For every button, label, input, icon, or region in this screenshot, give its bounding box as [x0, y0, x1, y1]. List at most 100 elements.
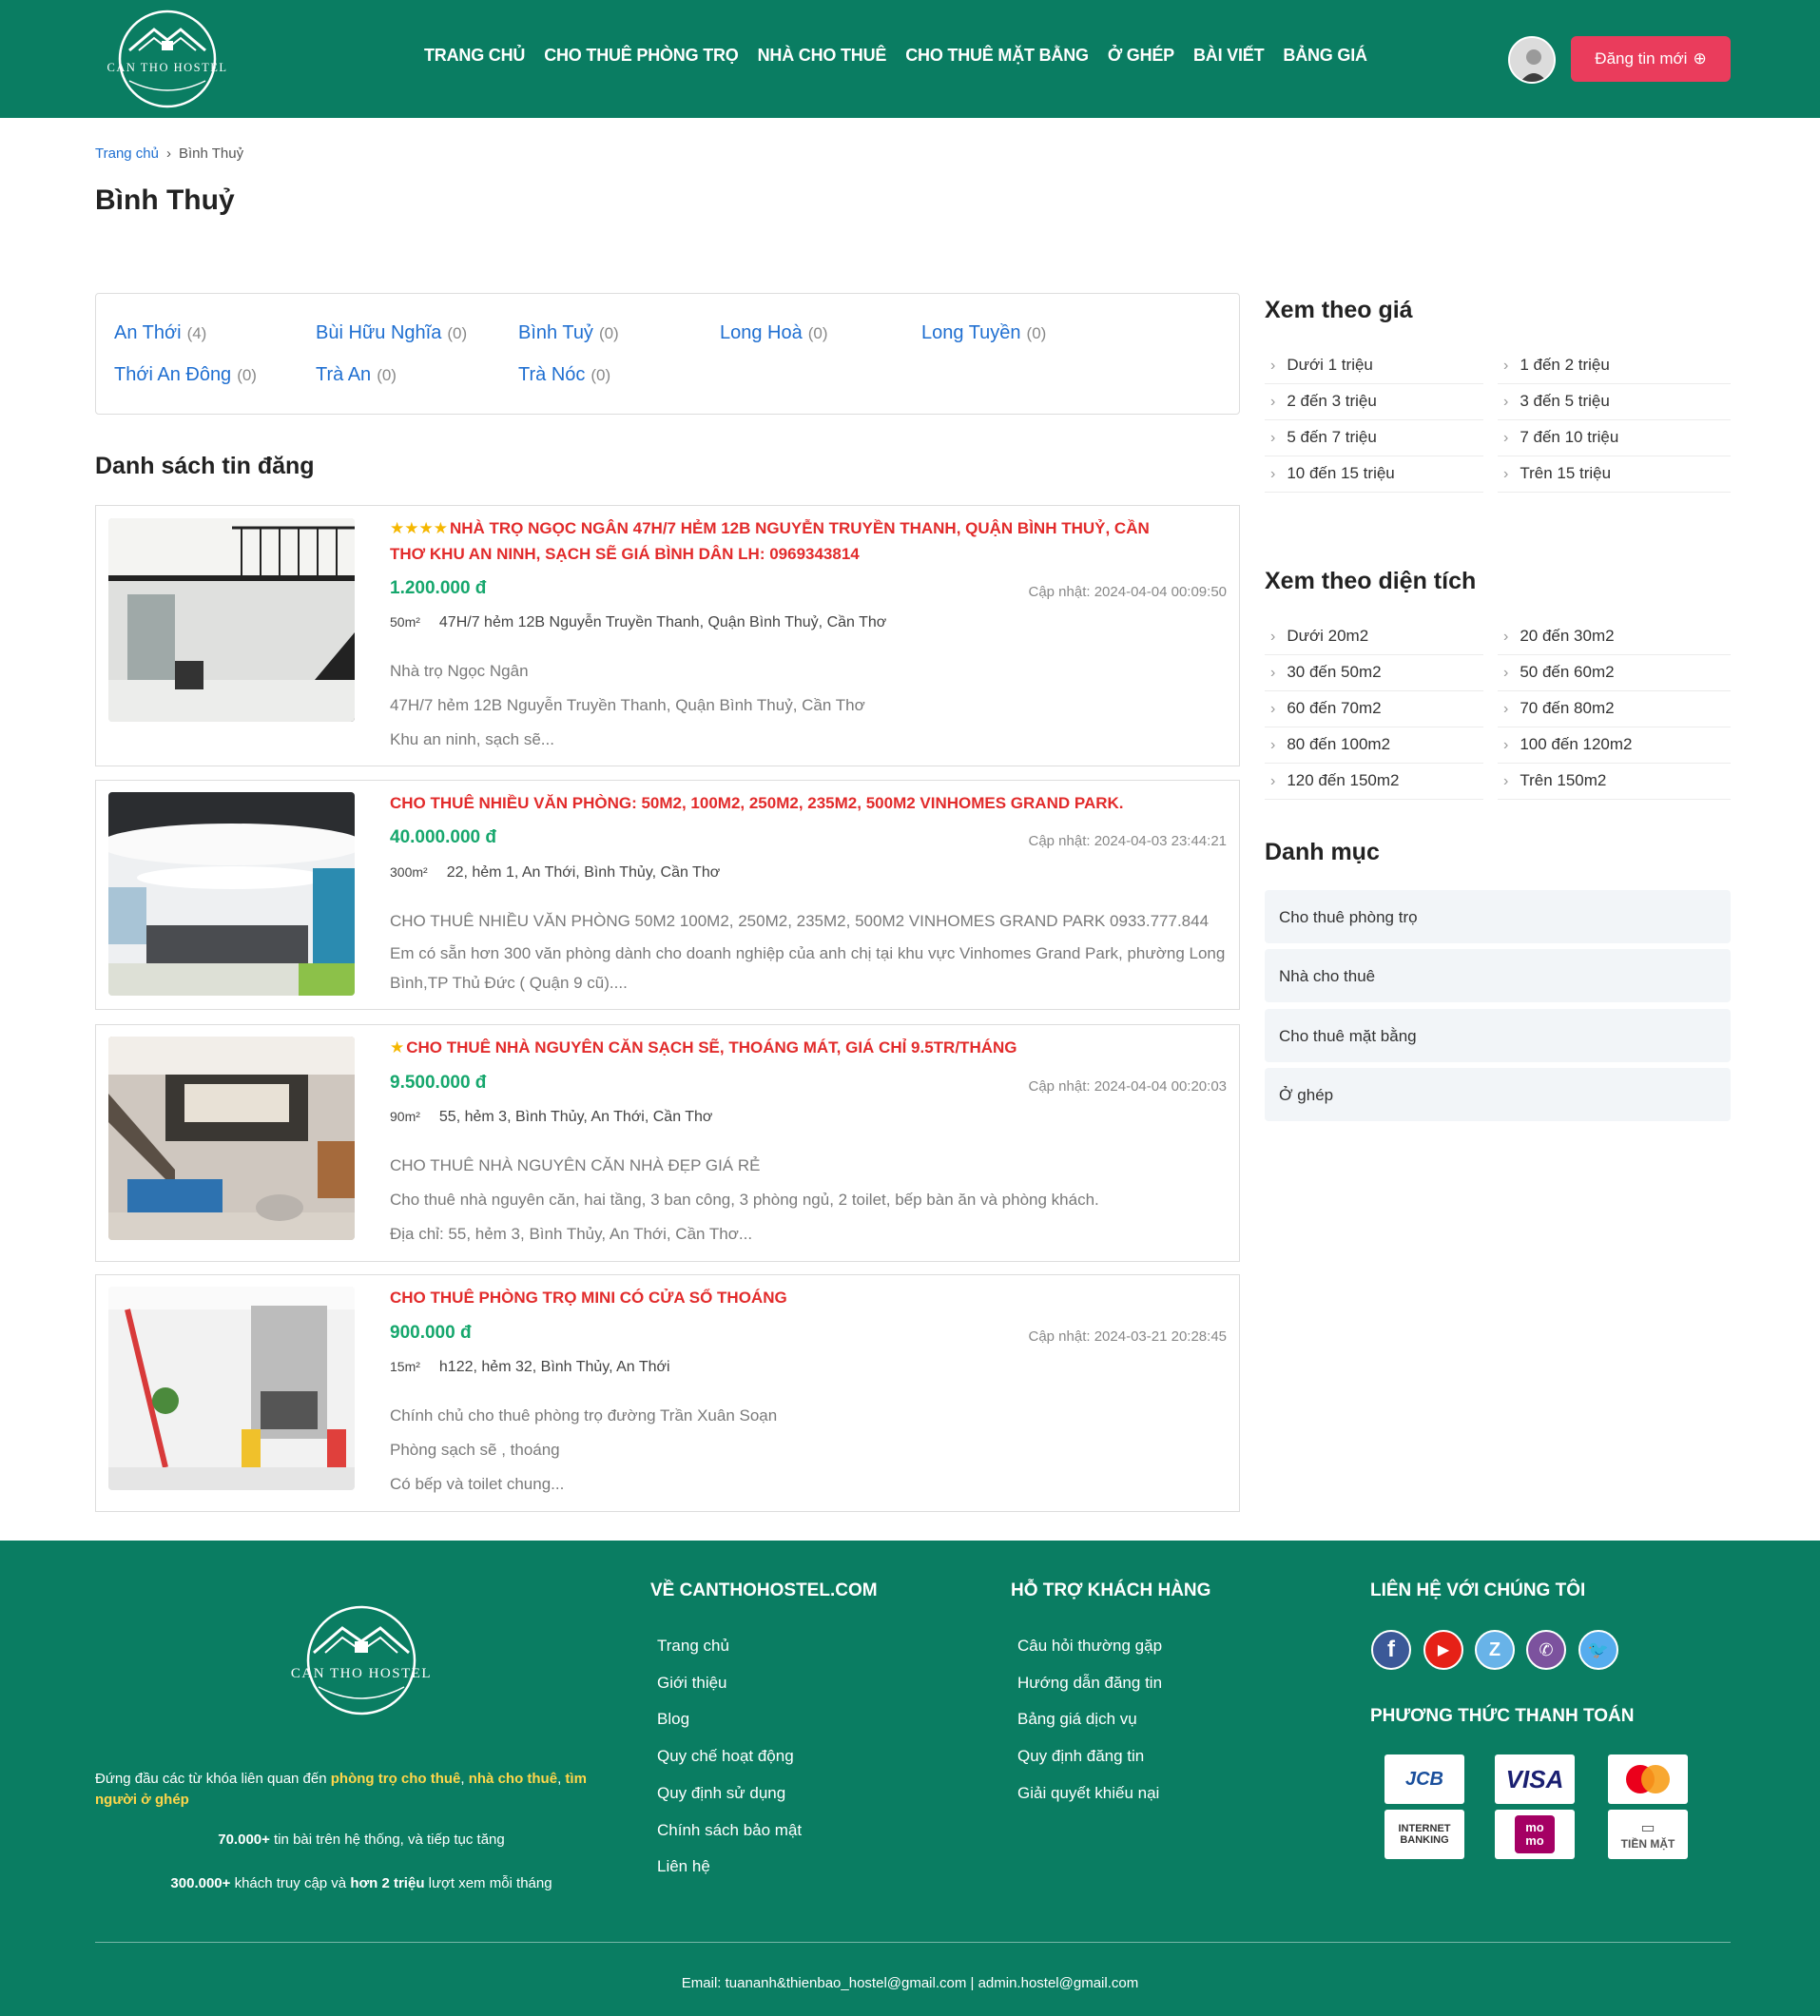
footer-link[interactable]: Trang chủ [657, 1637, 729, 1656]
tagline-keyword[interactable]: tìm [565, 1771, 587, 1787]
size-filter-item[interactable]: 80 đến 100m2 [1270, 735, 1390, 754]
desc-line: CHO THUÊ NHIỀU VĂN PHÒNG 50M2 100M2, 250… [390, 912, 1210, 930]
listing-thumbnail[interactable] [108, 792, 355, 996]
listing-address: 22, hẻm 1, An Thới, Bình Thủy, Cần Thơ [446, 864, 721, 881]
price-filter-item[interactable]: Trên 15 triệu [1503, 464, 1611, 483]
area-link[interactable]: Trà An (0) [316, 364, 397, 386]
area-link[interactable]: Trà Nóc (0) [518, 364, 610, 386]
size-filter-item[interactable]: Trên 150m2 [1503, 771, 1606, 790]
size-filter-item[interactable]: 60 đến 70m2 [1270, 699, 1381, 718]
listing-price: 40.000.000 đ [390, 827, 496, 847]
size-filter-item[interactable]: 20 đến 30m2 [1503, 627, 1614, 646]
footer-link[interactable]: Giải quyết khiếu nại [1017, 1784, 1159, 1803]
price-filter-item[interactable]: 10 đến 15 triệu [1270, 464, 1394, 483]
price-filter-item[interactable]: 1 đến 2 triệu [1503, 356, 1610, 375]
breadcrumb-home[interactable]: Trang chủ [95, 145, 159, 162]
size-filter-item[interactable]: 70 đến 80m2 [1503, 699, 1614, 718]
footer-logo[interactable]: CAN THO HOSTEL [276, 1601, 447, 1725]
zalo-icon[interactable]: Z [1475, 1630, 1515, 1670]
listing-price: 900.000 đ [390, 1323, 472, 1343]
breadcrumb-current: Bình Thuỷ [178, 145, 244, 162]
area-name: Bình Tuỷ [518, 322, 593, 343]
area-link[interactable]: Bình Tuỷ (0) [518, 322, 619, 344]
footer-link[interactable]: Blog [657, 1710, 689, 1729]
footer-payment-title: PHƯƠNG THỨC THANH TOÁN [1370, 1706, 1635, 1726]
footer-link[interactable]: Giới thiệu [657, 1674, 727, 1693]
footer-link[interactable]: Liên hệ [657, 1857, 710, 1876]
price-filter-item[interactable]: 2 đến 3 triệu [1270, 392, 1377, 411]
size-filter-item[interactable]: 100 đến 120m2 [1503, 735, 1632, 754]
divider [1265, 690, 1483, 691]
category-item[interactable]: Nhà cho thuê [1265, 949, 1731, 1002]
facebook-icon[interactable]: f [1371, 1630, 1411, 1670]
area-filter-box: An Thới (4) Bùi Hữu Nghĩa (0) Bình Tuỷ (0) … [95, 293, 1240, 415]
viber-icon[interactable]: ✆ [1526, 1630, 1566, 1670]
area-count: (0) [377, 366, 397, 384]
desc-line: Địa chỉ: 55, hẻm 3, Bình Thủy, An Thới, … [390, 1225, 753, 1243]
nav-pricing[interactable]: BẢNG GIÁ [1283, 46, 1367, 66]
nav-house-rent[interactable]: NHÀ CHO THUÊ [758, 46, 887, 66]
footer-link[interactable]: Câu hỏi thường gặp [1017, 1637, 1162, 1656]
site-logo[interactable]: CAN THO HOSTEL [101, 9, 234, 109]
footer-link[interactable]: Quy định sử dụng [657, 1784, 785, 1803]
listing-title[interactable]: ★ CHO THUÊ NHÀ NGUYÊN CĂN SẠCH SẼ, THOÁNG… [390, 1035, 1179, 1060]
avatar[interactable] [1508, 36, 1556, 84]
listing-card[interactable]: CHO THUÊ NHIỀU VĂN PHÒNG: 50M2, 100M2, 2… [95, 780, 1240, 1010]
price-filter-item[interactable]: 5 đến 7 triệu [1270, 428, 1377, 447]
listing-area: 90m² [390, 1109, 420, 1124]
category-item[interactable]: Cho thuê phòng trọ [1265, 890, 1731, 943]
listing-card[interactable]: ★★★★ NHÀ TRỌ NGỌC NGÂN 47H/7 HẺM 12B NGUY… [95, 505, 1240, 766]
footer-link[interactable]: Bảng giá dịch vụ [1017, 1710, 1137, 1729]
area-link[interactable]: Long Hoà (0) [720, 322, 828, 344]
desc-line: Chính chủ cho thuê phòng trọ đường Trần … [390, 1406, 778, 1425]
listing-area: 300m² [390, 864, 428, 880]
nav-roommate[interactable]: Ở GHÉP [1108, 46, 1174, 66]
area-link[interactable]: Bùi Hữu Nghĩa (0) [316, 322, 467, 344]
tagline-keyword[interactable]: phòng trọ cho thuê [331, 1771, 461, 1787]
divider [1498, 492, 1731, 493]
footer-link[interactable]: Quy chế hoạt động [657, 1747, 794, 1766]
nav-home[interactable]: TRANG CHỦ [424, 46, 525, 66]
area-link[interactable]: An Thới (4) [114, 322, 206, 344]
size-filter-item[interactable]: Dưới 20m2 [1270, 627, 1368, 646]
area-name: Trà Nóc [518, 364, 586, 385]
size-filter-item[interactable]: 120 đến 150m2 [1270, 771, 1399, 790]
post-new-button[interactable]: Đăng tin mới ⊕ [1571, 36, 1731, 82]
svg-text:CAN THO HOSTEL: CAN THO HOSTEL [106, 61, 227, 74]
twitter-icon[interactable]: 🐦 [1578, 1630, 1618, 1670]
size-filter-item[interactable]: 30 đến 50m2 [1270, 663, 1381, 682]
listing-title[interactable]: CHO THUÊ PHÒNG TRỌ MINI CÓ CỬA SỔ THOÁNG [390, 1285, 1179, 1310]
divider [1498, 383, 1731, 384]
listing-thumbnail[interactable] [108, 1037, 355, 1240]
youtube-icon[interactable]: ▶ [1423, 1630, 1463, 1670]
area-link[interactable]: Thới An Đông (0) [114, 364, 257, 386]
page-title: Bình Thuỷ [95, 184, 235, 216]
listing-card[interactable]: CHO THUÊ PHÒNG TRỌ MINI CÓ CỬA SỔ THOÁNG… [95, 1274, 1240, 1512]
listing-title[interactable]: CHO THUÊ NHIỀU VĂN PHÒNG: 50M2, 100M2, 2… [390, 790, 1179, 816]
nav-premises[interactable]: CHO THUÊ MẶT BẰNG [905, 46, 1089, 66]
listing-thumbnail[interactable] [108, 518, 355, 722]
listing-card[interactable]: ★ CHO THUÊ NHÀ NGUYÊN CĂN SẠCH SẼ, THOÁNG… [95, 1024, 1240, 1262]
listing-description: CHO THUÊ NHÀ NGUYÊN CĂN NHÀ ĐẸP GIÁ RẺ C… [390, 1149, 1227, 1251]
category-item[interactable]: Cho thuê mặt bằng [1265, 1009, 1731, 1062]
nav-rent-room[interactable]: CHO THUÊ PHÒNG TRỌ [544, 46, 739, 66]
svg-text:CAN THO HOSTEL: CAN THO HOSTEL [291, 1666, 432, 1681]
size-filter-item[interactable]: 50 đến 60m2 [1503, 663, 1614, 682]
area-name: Bùi Hữu Nghĩa [316, 322, 442, 343]
price-filter-item[interactable]: 7 đến 10 triệu [1503, 428, 1618, 447]
listing-thumbnail[interactable] [108, 1287, 355, 1490]
size-filter-title: Xem theo diện tích [1265, 568, 1477, 594]
nav-posts[interactable]: BÀI VIẾT [1193, 46, 1265, 66]
area-link[interactable]: Long Tuyền (0) [921, 322, 1046, 344]
category-item[interactable]: Ở ghép [1265, 1068, 1731, 1121]
price-filter-item[interactable]: Dưới 1 triệu [1270, 356, 1373, 375]
tagline-keyword[interactable]: người ở ghép [95, 1792, 189, 1808]
footer-link[interactable]: Chính sách bảo mật [657, 1821, 802, 1840]
listing-price: 9.500.000 đ [390, 1073, 487, 1093]
footer-link[interactable]: Hướng dẫn đăng tin [1017, 1674, 1162, 1693]
desc-line: Khu an ninh, sạch sẽ... [390, 730, 554, 748]
listing-title[interactable]: ★★★★ NHÀ TRỌ NGỌC NGÂN 47H/7 HẺM 12B NGUY… [390, 515, 1179, 567]
footer-link[interactable]: Quy định đăng tin [1017, 1747, 1144, 1766]
tagline-keyword[interactable]: nhà cho thuê [469, 1771, 557, 1787]
price-filter-item[interactable]: 3 đến 5 triệu [1503, 392, 1610, 411]
